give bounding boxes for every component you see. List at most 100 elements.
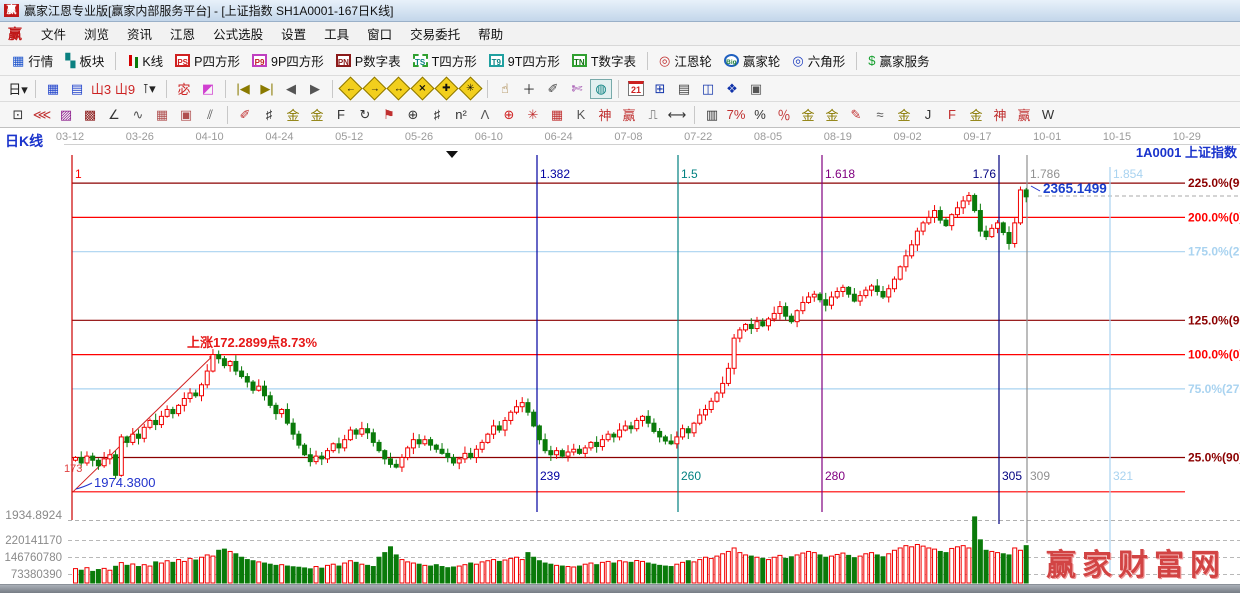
time-line-top-label: 1 bbox=[75, 167, 82, 181]
volume-bar bbox=[920, 545, 926, 584]
volume-bar bbox=[508, 557, 514, 584]
volume-bar bbox=[78, 569, 84, 584]
candle-body bbox=[668, 440, 674, 445]
candle-body bbox=[342, 439, 348, 449]
volume-bar bbox=[491, 559, 497, 584]
candle-body bbox=[204, 370, 210, 386]
candle-body bbox=[548, 450, 554, 456]
volume-bar bbox=[542, 562, 548, 584]
candle-body bbox=[628, 425, 634, 430]
volume-bar bbox=[834, 553, 840, 584]
candle-body bbox=[302, 444, 308, 456]
volume-bar bbox=[794, 554, 800, 584]
volume-bar bbox=[863, 553, 869, 584]
candle-body bbox=[846, 286, 852, 295]
candle-body bbox=[261, 385, 267, 397]
date-label: 05-12 bbox=[335, 131, 363, 143]
volume-bar bbox=[582, 563, 588, 584]
gann-level-label: 100.0%(0) bbox=[1188, 348, 1240, 362]
candle-body bbox=[960, 200, 966, 209]
volume-bar bbox=[954, 546, 960, 584]
candle-body bbox=[95, 459, 101, 467]
candle-body bbox=[611, 433, 617, 438]
date-label: 06-24 bbox=[545, 131, 573, 143]
candle-body bbox=[244, 376, 250, 383]
candle-body bbox=[135, 433, 141, 439]
candle-body bbox=[571, 448, 577, 453]
candle-body bbox=[588, 441, 594, 449]
volume-axis-label: 73380390 bbox=[11, 569, 62, 581]
volume-bar bbox=[886, 553, 892, 584]
candle-body bbox=[387, 458, 393, 465]
volume-bar bbox=[977, 539, 983, 584]
date-label: 10-29 bbox=[1173, 131, 1201, 143]
candle-body bbox=[748, 323, 754, 330]
time-line-top-label: 1.618 bbox=[825, 167, 855, 181]
volume-bar bbox=[828, 555, 834, 584]
candle-body bbox=[897, 266, 903, 280]
candle-body bbox=[491, 425, 497, 435]
candle-body bbox=[794, 310, 800, 323]
volume-bar bbox=[891, 549, 897, 584]
candle-body bbox=[949, 214, 955, 227]
candle-body bbox=[594, 441, 600, 448]
date-label: 10-01 bbox=[1033, 131, 1061, 143]
volume-bar bbox=[170, 561, 176, 584]
volume-bar bbox=[135, 566, 141, 584]
candle-body bbox=[685, 428, 691, 434]
gann-level-label: 25.0%(90) bbox=[1188, 451, 1240, 465]
candle-body bbox=[1012, 222, 1018, 244]
candle-body bbox=[731, 337, 737, 369]
time-line-bottom-label: 260 bbox=[681, 469, 701, 483]
candle-body bbox=[239, 370, 245, 378]
candle-body bbox=[662, 436, 668, 442]
volume-bar bbox=[634, 559, 640, 584]
volume-bar bbox=[588, 562, 594, 584]
volume-bar bbox=[382, 552, 388, 584]
volume-bar bbox=[473, 563, 479, 584]
volume-bar bbox=[777, 554, 783, 584]
volume-bar bbox=[1012, 547, 1018, 584]
candle-body bbox=[107, 454, 113, 460]
candle-body bbox=[989, 227, 995, 238]
watermark: 赢家财富网 bbox=[1046, 549, 1226, 582]
candle-body bbox=[863, 289, 869, 297]
volume-bar bbox=[903, 545, 909, 584]
volume-bar bbox=[972, 516, 978, 584]
volume-bar bbox=[118, 562, 124, 584]
candle-body bbox=[645, 415, 651, 424]
candle-body bbox=[565, 451, 571, 457]
volume-bar bbox=[651, 563, 657, 584]
volume-bar bbox=[445, 567, 451, 584]
volume-bar bbox=[605, 560, 611, 584]
candle-body bbox=[330, 443, 336, 452]
candle-body bbox=[525, 402, 531, 413]
candle-body bbox=[513, 406, 519, 413]
volume-bar bbox=[90, 570, 96, 584]
volume-bar bbox=[227, 550, 233, 584]
volume-bar bbox=[359, 563, 365, 584]
date-label: 07-08 bbox=[614, 131, 642, 143]
volume-bar bbox=[256, 561, 262, 584]
candle-body bbox=[399, 457, 405, 468]
volume-bar bbox=[153, 561, 159, 584]
price-chart[interactable]: 03-12 03-26 04-10 04-24 05-12 05-26 06-10 06-24… bbox=[0, 0, 1240, 593]
candle-body bbox=[788, 315, 794, 323]
candle-body bbox=[416, 439, 422, 445]
candle-body bbox=[840, 286, 846, 292]
candle-body bbox=[914, 230, 920, 246]
volume-bar bbox=[405, 561, 411, 584]
candle-body bbox=[290, 422, 296, 435]
candle-body bbox=[181, 398, 187, 406]
volume-bar bbox=[685, 560, 691, 584]
candle-body bbox=[1023, 189, 1029, 198]
candle-body bbox=[932, 210, 938, 218]
candle-body bbox=[267, 395, 273, 406]
candle-body bbox=[680, 428, 686, 438]
candle-body bbox=[370, 432, 376, 443]
volume-axis-label: 146760780 bbox=[4, 552, 62, 564]
candle-body bbox=[250, 381, 256, 391]
volume-bar bbox=[519, 559, 525, 584]
volume-bar bbox=[244, 559, 250, 584]
candle-body bbox=[697, 414, 703, 424]
